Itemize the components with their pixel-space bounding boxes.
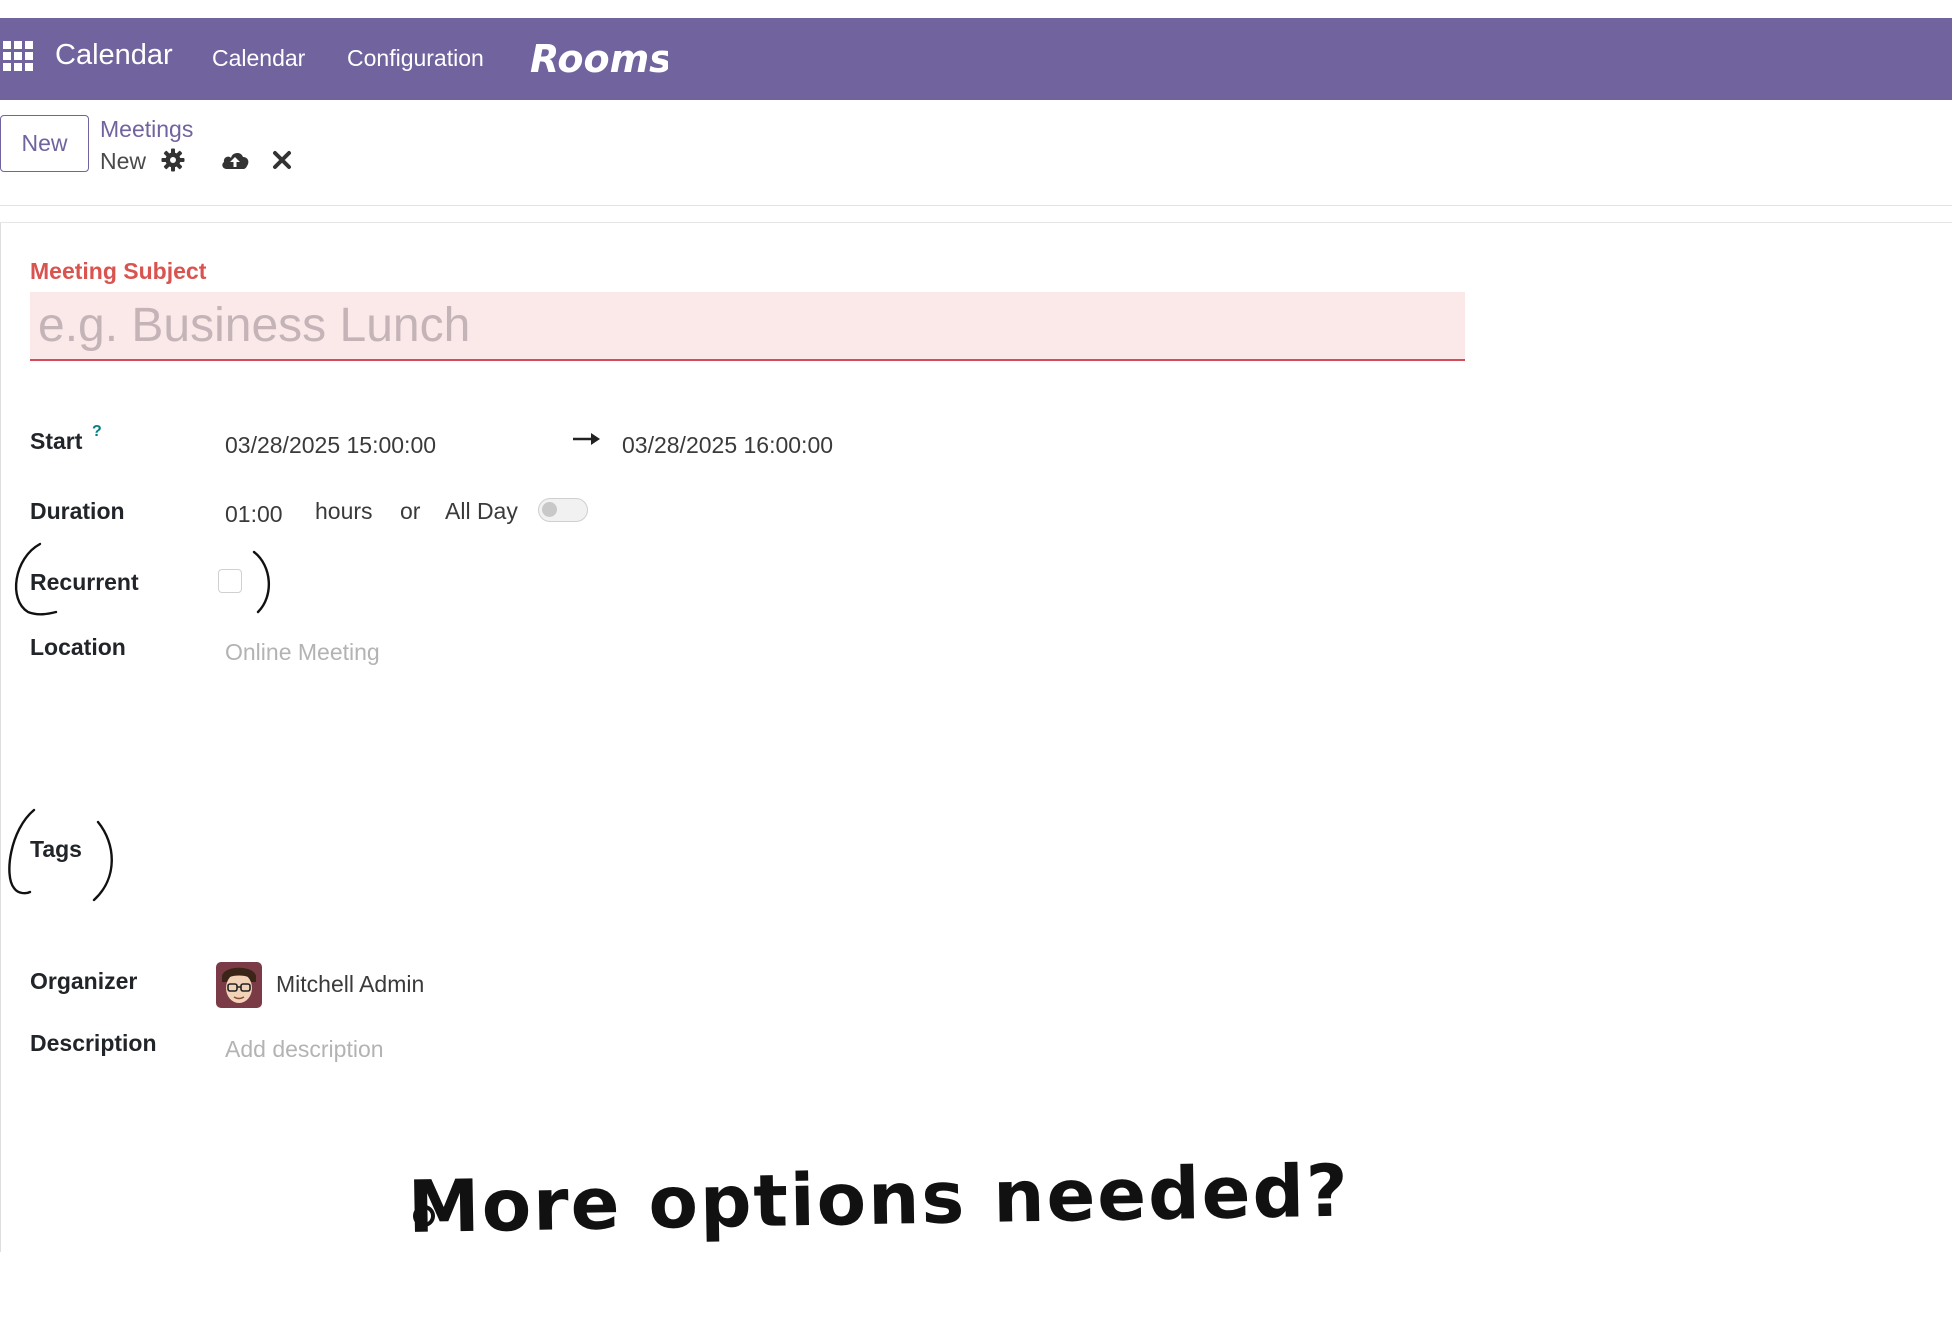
new-button[interactable]: New — [0, 115, 89, 172]
or-text: or — [400, 498, 421, 524]
start-datetime-field[interactable]: 03/28/2025 15:00:00 — [225, 432, 436, 459]
breadcrumb-current: New — [100, 148, 147, 174]
location-input[interactable]: Online Meeting — [225, 639, 380, 666]
recurrent-right-paren-annotation — [252, 550, 271, 614]
start-label: Start — [30, 428, 83, 454]
description-input[interactable]: Add description — [225, 1036, 384, 1063]
rooms-annotation-text: Rooms — [530, 37, 668, 81]
start-help-tooltip[interactable]: ? — [92, 423, 102, 441]
window-top-strip — [0, 0, 1952, 18]
cloud-upload-icon[interactable] — [220, 148, 250, 172]
subject-label: Meeting Subject — [30, 258, 207, 284]
note-annotation: More options needed? — [407, 1148, 1351, 1249]
location-label: Location — [30, 634, 126, 660]
organizer-label: Organizer — [30, 968, 138, 994]
breadcrumb-meetings[interactable]: Meetings — [100, 116, 193, 143]
form-sheet — [0, 222, 1952, 1252]
subject-input[interactable] — [30, 292, 1465, 361]
description-label: Description — [30, 1030, 157, 1056]
apps-grid-icon[interactable] — [2, 40, 34, 72]
hours-text: hours — [315, 498, 373, 524]
stop-datetime-field[interactable]: 03/28/2025 16:00:00 — [622, 432, 833, 459]
gear-icon[interactable] — [161, 148, 185, 172]
duration-input[interactable]: 01:00 — [225, 501, 283, 528]
close-icon[interactable] — [272, 150, 292, 170]
avatar — [216, 962, 262, 1008]
allday-text: All Day — [445, 498, 518, 524]
menu-calendar[interactable]: Calendar — [212, 45, 305, 72]
toggle-knob — [542, 502, 557, 517]
allday-toggle[interactable] — [538, 498, 588, 522]
arrow-right-icon — [573, 433, 600, 445]
duration-label: Duration — [30, 498, 125, 524]
organizer-field[interactable]: Mitchell Admin — [276, 971, 424, 998]
recurrent-left-paren-annotation — [14, 542, 58, 616]
control-panel — [0, 100, 1952, 206]
tags-left-paren-annotation — [8, 808, 36, 895]
tags-right-paren-annotation — [92, 820, 113, 902]
rooms-handwritten-annotation: Rooms — [530, 37, 668, 81]
recurrent-checkbox[interactable] — [218, 569, 242, 593]
menu-configuration[interactable]: Configuration — [347, 45, 484, 72]
app-brand[interactable]: Calendar — [55, 39, 173, 72]
